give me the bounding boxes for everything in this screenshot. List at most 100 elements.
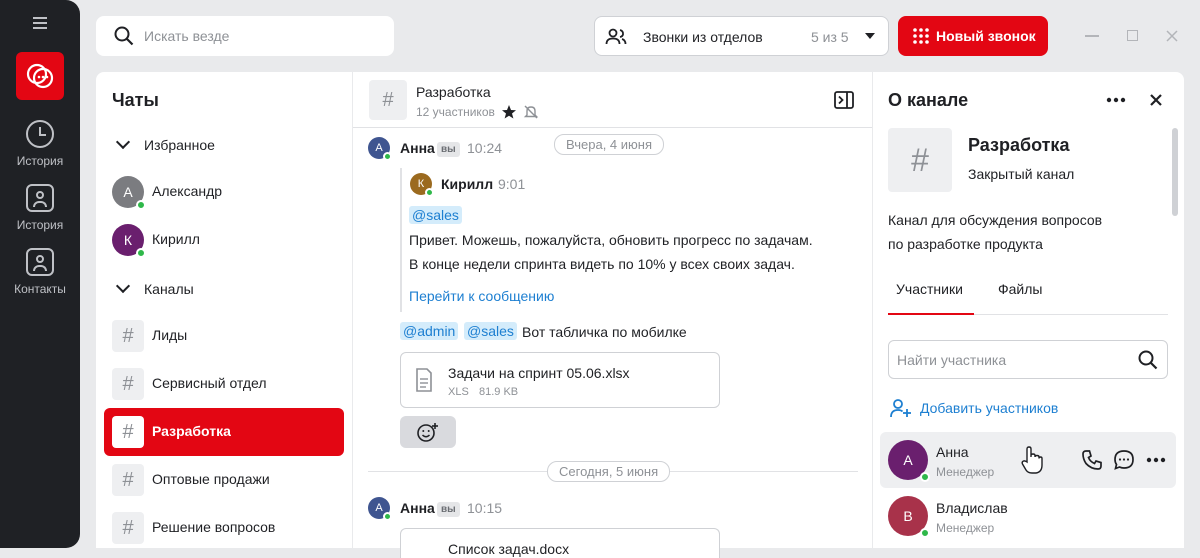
- hash-icon: #: [369, 80, 407, 120]
- you-badge: вы: [437, 502, 460, 517]
- menu-icon[interactable]: [33, 17, 47, 29]
- info-description-line: по разработке продукта: [888, 236, 1043, 252]
- channels-label: Каналы: [144, 281, 194, 297]
- chat-item-alexander[interactable]: А Александр: [104, 168, 344, 216]
- avatar: А: [888, 440, 930, 482]
- rail-item-label: История: [16, 218, 64, 232]
- message-bubble-icon[interactable]: [1113, 449, 1135, 471]
- avatar: А: [368, 497, 392, 521]
- channel-item-service[interactable]: # Сервисный отдел: [104, 360, 344, 408]
- app-rail: История История Контакты: [0, 0, 80, 548]
- member-row[interactable]: А Анна Менеджер: [880, 432, 1176, 488]
- hand-pointer-icon: [1021, 446, 1043, 474]
- you-badge: вы: [437, 142, 460, 157]
- document-icon: [416, 368, 432, 392]
- scrollbar[interactable]: [1172, 128, 1178, 216]
- more-icon[interactable]: [1106, 97, 1126, 103]
- member-count[interactable]: 12 участников: [416, 105, 495, 119]
- message-time: 10:15: [467, 500, 503, 516]
- search-icon: [114, 26, 134, 46]
- go-to-message-link[interactable]: Перейти к сообщению: [409, 288, 554, 304]
- new-call-button[interactable]: Новый звонок: [898, 16, 1048, 56]
- calls-filter-count: 5 из 5: [811, 29, 849, 45]
- info-title: О канале: [888, 90, 969, 110]
- tab-files[interactable]: Файлы: [998, 281, 1042, 297]
- contact-card-icon: [26, 184, 54, 212]
- favorites-section-toggle[interactable]: Избранное: [96, 134, 352, 158]
- quote-author[interactable]: Кирилл: [441, 176, 493, 192]
- info-channel-type: Закрытый канал: [968, 166, 1075, 182]
- mention-tag[interactable]: @sales: [409, 206, 462, 224]
- hash-icon: #: [112, 320, 144, 352]
- toggle-sidebar-icon[interactable]: [834, 91, 854, 109]
- channel-item-name: Лиды: [152, 327, 188, 343]
- quote-text-line: Привет. Можешь, пожалуйста, обновить про…: [409, 232, 813, 248]
- group-icon: [605, 28, 627, 45]
- member-name: Владислав: [936, 500, 1008, 516]
- calls-filter-dropdown[interactable]: Звонки из отделов 5 из 5: [594, 16, 889, 56]
- info-description-line: Канал для обсуждения вопросов: [888, 212, 1103, 228]
- quote-bar: [400, 168, 402, 312]
- star-icon[interactable]: [501, 104, 517, 120]
- member-search-input[interactable]: Найти участника: [897, 352, 1006, 368]
- app-logo[interactable]: [16, 52, 64, 100]
- channels-section-toggle[interactable]: Каналы: [96, 278, 352, 302]
- member-name: Анна: [936, 444, 969, 460]
- add-user-icon: [890, 399, 911, 418]
- file-type: XLS: [448, 386, 469, 398]
- quote-text-line: В конце недели спринта видеть по 10% у в…: [409, 256, 795, 272]
- mention-tag[interactable]: @admin: [400, 322, 459, 340]
- search-input[interactable]: Искать везде: [144, 28, 229, 44]
- maximize-icon[interactable]: [1127, 30, 1138, 41]
- channel-item-name: Решение вопросов: [152, 519, 276, 535]
- avatar: К: [410, 173, 434, 197]
- close-icon[interactable]: [1150, 94, 1162, 106]
- mention-tag[interactable]: @sales: [464, 322, 517, 340]
- chat-logo-icon: [26, 63, 54, 89]
- date-separator: Вчера, 4 июня: [554, 134, 664, 155]
- rail-item-history[interactable]: История: [0, 120, 80, 168]
- message-time: 10:24: [467, 140, 503, 156]
- add-members-button[interactable]: Добавить участников: [888, 396, 1088, 420]
- member-row[interactable]: В Владислав Менеджер: [880, 488, 1176, 544]
- online-indicator: [383, 152, 392, 161]
- member-search[interactable]: Найти участника: [888, 340, 1168, 379]
- file-attachment[interactable]: Список задач.docx: [400, 528, 720, 558]
- channel-item-name: Разработка: [152, 423, 231, 439]
- chevron-down-icon: [115, 134, 131, 150]
- tab-members[interactable]: Участники: [896, 281, 963, 297]
- channel-item-wholesale[interactable]: # Оптовые продажи: [104, 456, 344, 504]
- channel-item-issues[interactable]: # Решение вопросов: [104, 504, 344, 552]
- message-text: Вот табличка по мобилке: [522, 324, 687, 340]
- online-indicator: [136, 200, 146, 210]
- date-separator: Сегодня, 5 июня: [547, 461, 671, 482]
- channel-item-leads[interactable]: # Лиды: [104, 312, 344, 360]
- add-members-label: Добавить участников: [920, 400, 1059, 416]
- online-indicator: [920, 472, 930, 482]
- rail-item-history-2[interactable]: История: [0, 184, 80, 232]
- global-search[interactable]: Искать везде: [96, 16, 394, 56]
- hash-icon: #: [112, 512, 144, 544]
- chat-item-kirill[interactable]: К Кирилл: [104, 216, 344, 264]
- add-reaction-button[interactable]: [400, 416, 456, 448]
- more-icon[interactable]: [1146, 457, 1166, 463]
- calls-filter-label: Звонки из отделов: [643, 29, 763, 45]
- channel-item-development[interactable]: # Разработка: [104, 408, 344, 456]
- phone-icon[interactable]: [1081, 449, 1103, 471]
- file-attachment[interactable]: Задачи на спринт 05.06.xlsx XLS 81.9 KB: [400, 352, 720, 408]
- chats-title: Чаты: [112, 90, 159, 110]
- search-icon[interactable]: [1138, 350, 1158, 370]
- muted-bell-icon[interactable]: [523, 104, 539, 120]
- quote-time: 9:01: [498, 176, 526, 192]
- minimize-icon[interactable]: [1085, 35, 1099, 37]
- file-size: 81.9 KB: [479, 386, 519, 398]
- close-window-icon[interactable]: [1166, 30, 1178, 42]
- avatar: К: [112, 224, 146, 258]
- contacts-icon: [26, 248, 54, 276]
- avatar: А: [368, 137, 392, 161]
- rail-item-contacts[interactable]: Контакты: [0, 248, 80, 296]
- file-name: Задачи на спринт 05.06.xlsx: [448, 365, 630, 381]
- message-author[interactable]: Анна: [400, 140, 435, 156]
- channel-name: Разработка: [416, 84, 491, 100]
- message-author[interactable]: Анна: [400, 500, 435, 516]
